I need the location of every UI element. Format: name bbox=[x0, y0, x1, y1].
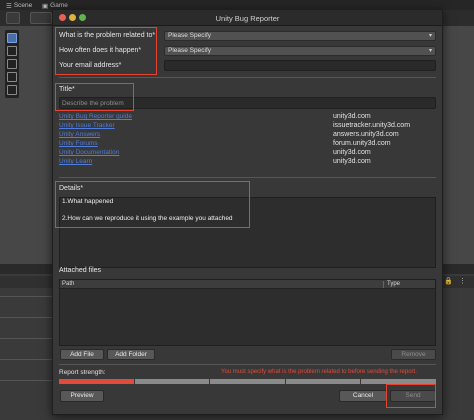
dialog-titlebar[interactable]: Unity Bug Reporter bbox=[53, 10, 442, 26]
resource-link[interactable]: Unity Answers bbox=[59, 131, 100, 138]
highlight-details bbox=[55, 181, 250, 228]
rotate-tool-icon[interactable] bbox=[7, 59, 17, 69]
rect-tool-icon[interactable] bbox=[7, 85, 17, 95]
highlight-required-fields bbox=[55, 27, 157, 75]
add-file-button[interactable]: Add File bbox=[60, 349, 104, 360]
attached-files-label: Attached files bbox=[59, 267, 102, 274]
scale-tool-icon[interactable] bbox=[7, 72, 17, 82]
hand-tool-icon[interactable] bbox=[7, 33, 17, 43]
resource-site: unity3d.com bbox=[333, 158, 371, 165]
strength-segment bbox=[285, 379, 361, 384]
strength-warning: You must specify what is the problem rel… bbox=[221, 369, 417, 375]
scene-icon: ☰ bbox=[6, 2, 12, 10]
email-field[interactable] bbox=[164, 60, 436, 71]
resource-link[interactable]: Unity Issue Tracker bbox=[59, 122, 115, 129]
view-options-button[interactable] bbox=[6, 12, 20, 24]
dialog-title: Unity Bug Reporter bbox=[215, 14, 280, 23]
strength-segment bbox=[59, 379, 134, 384]
resource-link[interactable]: Unity Bug Reporter guide bbox=[59, 113, 132, 120]
chevron-down-icon: ▾ bbox=[428, 48, 432, 54]
highlight-send bbox=[386, 384, 436, 408]
add-folder-button[interactable]: Add Folder bbox=[107, 349, 155, 360]
shading-mode-button[interactable] bbox=[30, 12, 52, 24]
project-list bbox=[0, 296, 56, 401]
resource-link[interactable]: Unity Documentation bbox=[59, 149, 119, 156]
strength-segment bbox=[134, 379, 210, 384]
chevron-down-icon: ▾ bbox=[428, 33, 432, 39]
tab-scene[interactable]: ☰ Scene bbox=[6, 1, 32, 10]
move-tool-icon[interactable] bbox=[7, 46, 17, 56]
preview-button[interactable]: Preview bbox=[60, 390, 104, 402]
report-strength-label: Report strength: bbox=[59, 369, 106, 376]
bug-reporter-dialog: Unity Bug Reporter What is the problem r… bbox=[52, 9, 443, 415]
column-path[interactable]: Path bbox=[62, 281, 74, 287]
resource-link[interactable]: Unity Learn bbox=[59, 158, 92, 165]
attached-files-list[interactable]: Path Type bbox=[59, 279, 436, 346]
resource-site: forum.unity3d.com bbox=[333, 140, 391, 147]
lock-icon[interactable]: 🔒 bbox=[444, 277, 453, 285]
resource-site: unity3d.com bbox=[333, 113, 371, 120]
frequency-select[interactable]: Please Specify ▾ bbox=[164, 46, 436, 56]
game-icon: ▣ bbox=[42, 2, 49, 10]
menu-icon[interactable]: ⋮ bbox=[459, 277, 466, 285]
problem-select[interactable]: Please Specify ▾ bbox=[164, 31, 436, 41]
resource-site: issuetracker.unity3d.com bbox=[333, 122, 411, 129]
resource-site: unity3d.com bbox=[333, 149, 371, 156]
strength-segment bbox=[210, 379, 285, 384]
resource-site: answers.unity3d.com bbox=[333, 131, 399, 138]
files-header: Path Type bbox=[60, 280, 435, 289]
resource-link[interactable]: Unity Forums bbox=[59, 140, 98, 147]
tool-palette bbox=[5, 30, 19, 98]
remove-button[interactable]: Remove bbox=[391, 349, 436, 360]
column-type[interactable]: Type bbox=[387, 281, 400, 287]
cancel-button[interactable]: Cancel bbox=[339, 390, 387, 402]
highlight-title bbox=[55, 83, 134, 111]
